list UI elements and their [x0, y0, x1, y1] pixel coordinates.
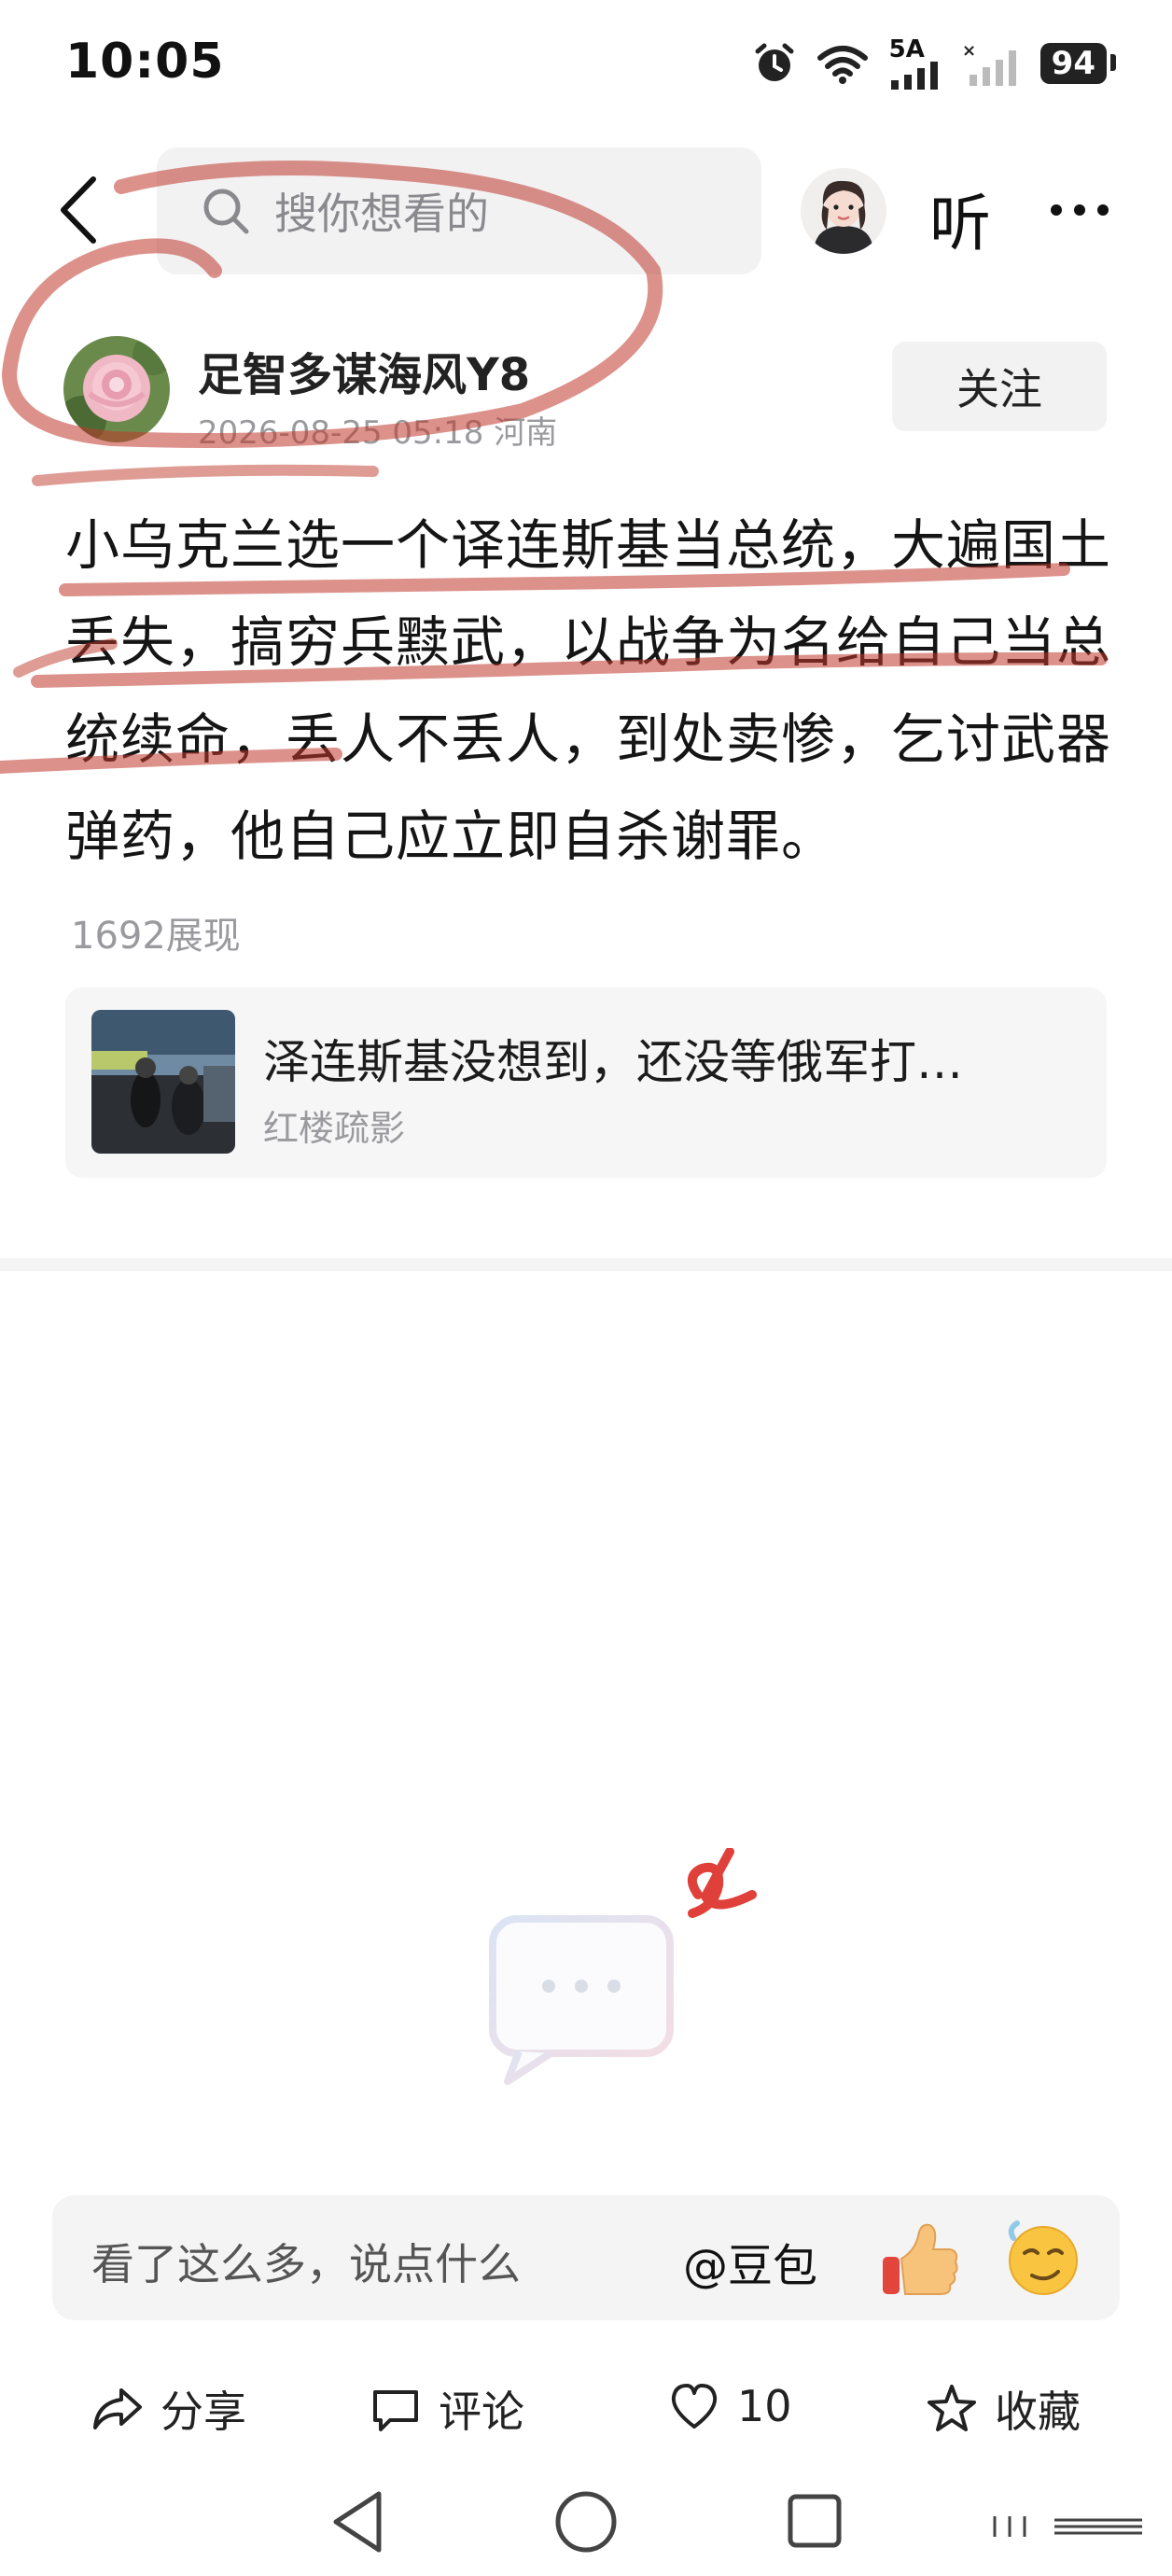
comment-label: 评论 — [439, 2387, 524, 2437]
search-placeholder: 搜你想看的 — [274, 189, 489, 239]
at-doubao-button[interactable]: @豆包 — [683, 2229, 817, 2294]
section-divider — [0, 1258, 1172, 1271]
status-time: 10:05 — [65, 34, 225, 90]
thumbs-up-emoji-icon[interactable] — [877, 2216, 961, 2300]
nav-home-icon[interactable] — [552, 2488, 620, 2555]
nav-extra-icon — [993, 2516, 1142, 2537]
search-input[interactable]: 搜你想看的 — [157, 147, 761, 274]
author-avatar[interactable] — [63, 336, 170, 442]
smirk-emoji-icon[interactable] — [1004, 2219, 1082, 2298]
assistant-avatar[interactable] — [801, 168, 886, 254]
alarm-icon — [755, 43, 794, 81]
favorite-label: 收藏 — [995, 2387, 1081, 2437]
comment-button[interactable]: 评论 — [368, 2378, 524, 2440]
more-icon[interactable] — [1047, 187, 1112, 233]
signal-icon — [890, 62, 938, 90]
share-label: 分享 — [160, 2387, 246, 2437]
author-name[interactable]: 足智多谋海风Y8 — [198, 338, 530, 403]
related-article-card[interactable]: 泽连斯基没想到，还没等俄军打… 红楼疏影 — [65, 987, 1107, 1178]
svg-text:×: × — [962, 41, 976, 61]
battery-icon: 94 — [1039, 43, 1117, 84]
share-icon — [93, 2388, 142, 2429]
related-article-title: 泽连斯基没想到，还没等俄军打… — [263, 1035, 963, 1089]
search-icon — [203, 189, 249, 234]
share-button[interactable]: 分享 — [90, 2378, 246, 2440]
post-text: 小乌克兰选一个译连斯基当总统，大遍国土丢失，搞穷兵黩武，以战争为名给自己当总统续… — [65, 513, 1112, 868]
like-count: 10 — [737, 2381, 792, 2431]
signal-weak-icon: × — [962, 41, 1016, 86]
star-icon — [928, 2385, 976, 2431]
follow-button[interactable]: 关注 — [892, 342, 1107, 431]
heart-icon — [671, 2384, 718, 2429]
like-button[interactable]: 10 — [666, 2378, 792, 2434]
post-meta: 2026-08-25 05:18 河南 — [198, 414, 558, 452]
listen-button[interactable]: 听 — [929, 174, 991, 263]
view-count: 1692展现 — [71, 915, 241, 958]
wifi-icon — [816, 46, 868, 84]
network-label: 5A — [889, 37, 942, 90]
back-icon[interactable] — [47, 168, 112, 252]
related-article-thumbnail — [91, 1010, 235, 1154]
empty-comments-illustration — [489, 1848, 757, 2085]
related-article-source: 红楼疏影 — [263, 1108, 406, 1149]
comment-placeholder: 看了这么多，说点什么 — [91, 2239, 521, 2289]
nav-back-icon[interactable] — [327, 2488, 390, 2555]
favorite-button[interactable]: 收藏 — [924, 2378, 1081, 2440]
status-icons: 5A × 94 — [753, 37, 1117, 90]
nav-recent-apps-icon[interactable] — [786, 2492, 844, 2550]
comment-input[interactable]: 看了这么多，说点什么 @豆包 — [52, 2195, 1120, 2320]
comment-icon — [373, 2390, 418, 2431]
